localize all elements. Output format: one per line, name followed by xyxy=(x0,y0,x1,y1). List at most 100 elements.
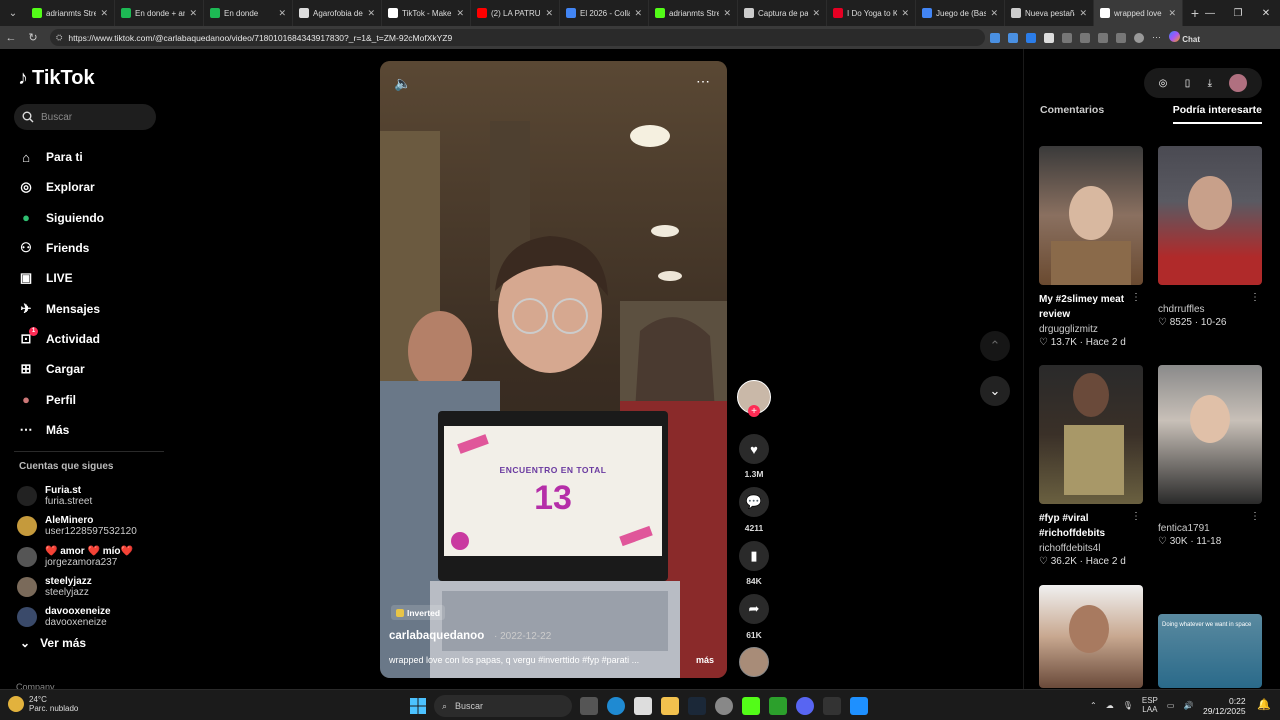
url-field[interactable]: ⛭ https://www.tiktok.com/@carlabaquedano… xyxy=(50,29,985,46)
card-more-icon[interactable]: ⋮ xyxy=(1250,292,1260,303)
browser-tab[interactable]: El 2026 - Colla ✕ xyxy=(560,0,649,26)
snipping-tool-icon[interactable] xyxy=(850,697,868,715)
recommended-card[interactable]: fentica1791 ♡ 30K · 11-18 ⋮ xyxy=(1158,365,1262,547)
card-more-icon[interactable]: ⋮ xyxy=(1131,292,1141,303)
following-account[interactable]: steelyjazz steelyjazz xyxy=(17,572,137,602)
tab-close-icon[interactable]: ✕ xyxy=(723,8,731,19)
extension-icon[interactable] xyxy=(1080,32,1090,43)
save-button[interactable]: ▮ xyxy=(739,541,769,571)
minimize-button[interactable]: — xyxy=(1196,0,1224,26)
tab-close-icon[interactable]: ✕ xyxy=(812,8,820,19)
browser-tab[interactable]: adrianmts Strea ✕ xyxy=(649,0,738,26)
browser-tab[interactable]: adrianmts Strea ✕ xyxy=(26,0,115,26)
video-thumbnail[interactable] xyxy=(1039,585,1143,688)
nav-item-cargar[interactable]: ⊞ Cargar xyxy=(18,354,104,384)
tab-close-icon[interactable]: ✕ xyxy=(545,8,553,19)
card-more-icon[interactable]: ⋮ xyxy=(1250,511,1260,522)
weather-widget[interactable]: 24°C Parc. nublado xyxy=(8,695,78,713)
tab-list-menu-button[interactable]: ⌄ xyxy=(0,0,26,26)
card-username[interactable]: drgugglizmitz xyxy=(1039,324,1143,335)
file-explorer-icon[interactable] xyxy=(661,697,679,715)
extension-icon[interactable] xyxy=(1026,32,1036,43)
card-more-icon[interactable]: ⋮ xyxy=(1131,511,1141,522)
network-icon[interactable]: ▭ xyxy=(1167,701,1175,710)
nav-item-live[interactable]: ▣ LIVE xyxy=(18,263,104,293)
browser-tab[interactable]: (2) LA PATRULL ✕ xyxy=(471,0,560,26)
notifications-icon[interactable]: 🔔 xyxy=(1257,698,1271,711)
downloads-icon[interactable] xyxy=(1116,32,1126,43)
video-thumbnail[interactable]: Doing whatever we want in space xyxy=(1158,614,1262,688)
kick-icon[interactable] xyxy=(742,697,760,715)
windows-start-icon[interactable] xyxy=(410,698,426,714)
compass-icon[interactable]: ◎ xyxy=(1159,78,1168,89)
menu-icon[interactable]: ⋯ xyxy=(1152,32,1161,43)
description-more-link[interactable]: más xyxy=(696,655,714,665)
site-info-icon[interactable]: ⛭ xyxy=(56,33,62,43)
tab-close-icon[interactable]: ✕ xyxy=(456,8,464,19)
tab-close-icon[interactable]: ✕ xyxy=(901,8,909,19)
following-account[interactable]: AleMinero user1228597532120 xyxy=(17,511,137,541)
extension-icon[interactable] xyxy=(1008,32,1018,43)
browser-tab[interactable]: Captura de par ✕ xyxy=(738,0,827,26)
app-icon[interactable] xyxy=(769,697,787,715)
nav-item-para-ti[interactable]: ⌂ Para ti xyxy=(18,142,104,172)
tab-close-icon[interactable]: ✕ xyxy=(278,8,286,19)
taskbar-clock[interactable]: 0:22 29/12/2025 xyxy=(1203,696,1246,716)
download-icon[interactable]: ⤓ xyxy=(1208,78,1212,89)
epic-games-icon[interactable] xyxy=(823,697,841,715)
share-button[interactable]: ➦ xyxy=(739,594,769,624)
discord-icon[interactable] xyxy=(796,697,814,715)
chevron-up-icon[interactable]: ⌃ xyxy=(1090,701,1097,710)
maximize-button[interactable]: ❐ xyxy=(1224,0,1252,26)
steam-icon[interactable] xyxy=(688,697,706,715)
tab-comments[interactable]: Comentarios xyxy=(1040,104,1104,124)
video-thumbnail[interactable] xyxy=(1158,146,1262,285)
copilot-chat-button[interactable]: Chat xyxy=(1169,31,1200,44)
video-thumbnail[interactable] xyxy=(1039,365,1143,504)
video-thumbnail[interactable] xyxy=(1158,365,1262,504)
card-username[interactable]: richoffdebits4l xyxy=(1039,543,1143,554)
taskbar-search[interactable]: ⌕ Buscar xyxy=(434,695,572,717)
nav-item-perfil[interactable]: ● Perfil xyxy=(18,384,104,414)
tab-close-icon[interactable]: ✕ xyxy=(1168,8,1176,19)
extension-icon[interactable] xyxy=(990,32,1000,43)
mic-icon[interactable]: 🎙 xyxy=(1123,701,1133,710)
sound-avatar[interactable] xyxy=(739,647,769,677)
recommended-card[interactable]: Doing whatever we want in space xyxy=(1158,614,1262,688)
tiktok-logo[interactable]: ♪ TikTok xyxy=(18,67,95,90)
card-username[interactable]: chdrruffles xyxy=(1158,304,1262,315)
video-thumbnail[interactable] xyxy=(1039,146,1143,285)
browser-tab[interactable]: I Do Yoga to Ki ✕ xyxy=(827,0,916,26)
effect-tag[interactable]: Inverted xyxy=(391,605,446,620)
user-avatar[interactable] xyxy=(1229,74,1248,92)
nav-item-m-s[interactable]: ⋯ Más xyxy=(18,415,104,445)
tab-close-icon[interactable]: ✕ xyxy=(1079,8,1087,19)
more-options-icon[interactable]: ⋯ xyxy=(696,73,710,90)
close-window-button[interactable]: ✕ xyxy=(1252,0,1280,26)
browser-tab[interactable]: TikTok - Make ✕ xyxy=(382,0,471,26)
follow-plus-icon[interactable]: + xyxy=(748,405,760,417)
previous-video-button[interactable]: ⌃ xyxy=(980,331,1010,361)
nav-item-mensajes[interactable]: ✈ Mensajes xyxy=(18,293,104,323)
extension-icon[interactable] xyxy=(1062,32,1072,43)
like-button[interactable]: ♥ xyxy=(739,434,769,464)
nav-item-actividad[interactable]: ⊡ 1 Actividad xyxy=(18,324,104,354)
tab-close-icon[interactable]: ✕ xyxy=(189,8,197,19)
volume-icon[interactable]: 🔊 xyxy=(1183,701,1193,710)
tab-close-icon[interactable]: ✕ xyxy=(367,8,375,19)
comment-button[interactable]: 💬 xyxy=(739,487,769,517)
store-icon[interactable] xyxy=(634,697,652,715)
recommended-card[interactable]: #fyp #viral #richoffdebits richoffdebits… xyxy=(1039,365,1143,567)
browser-tab[interactable]: En donde ✕ xyxy=(204,0,293,26)
see-more-button[interactable]: ⌄ Ver más xyxy=(20,636,86,650)
browser-tab[interactable]: Juego de (Bast ✕ xyxy=(916,0,1005,26)
nav-item-explorar[interactable]: ◎ Explorar xyxy=(18,172,104,202)
favorites-icon[interactable] xyxy=(1098,32,1108,43)
following-account[interactable]: ❤️ amor ❤️ mío❤️ jorgezamora237 xyxy=(17,542,137,572)
reload-button[interactable]: ↻ xyxy=(22,31,44,44)
tab-recommended[interactable]: Podría interesarte xyxy=(1172,104,1262,124)
task-view-icon[interactable] xyxy=(580,697,598,715)
following-account[interactable]: Furia.st furia.street xyxy=(17,481,137,511)
tab-close-icon[interactable]: ✕ xyxy=(634,8,642,19)
tab-close-icon[interactable]: ✕ xyxy=(100,8,108,19)
